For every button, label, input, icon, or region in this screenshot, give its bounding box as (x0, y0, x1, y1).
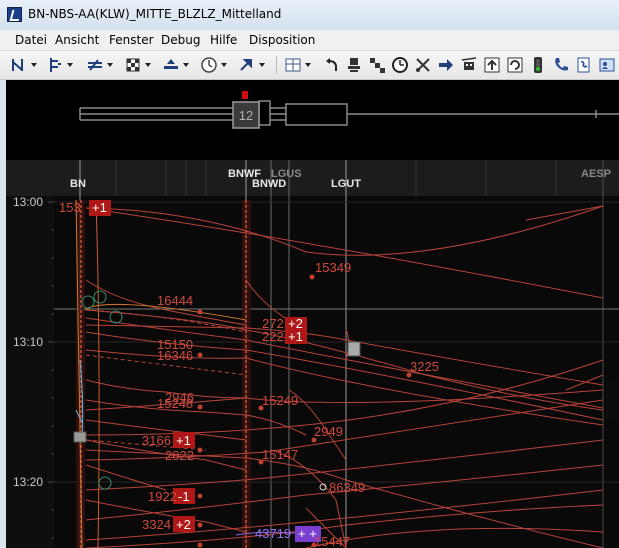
train-label[interactable]: 3225 (410, 359, 439, 374)
delay-badge: +2 (176, 517, 191, 532)
train-label[interactable]: 15349 (315, 260, 351, 275)
menu-hilfe[interactable]: Hilfe (210, 33, 237, 47)
platform-button[interactable] (162, 56, 189, 74)
menu-fenster[interactable]: Fenster (109, 33, 154, 47)
route-icon (12, 59, 23, 71)
train-label[interactable]: 15249 (262, 393, 298, 408)
stamp-icon (348, 58, 360, 72)
station-bnwd: BNWD (252, 178, 287, 190)
delay-badge: +1 (92, 200, 107, 215)
phone-book-button[interactable] (575, 56, 593, 74)
train-label[interactable]: 16346 (157, 348, 193, 363)
window-title: BN-NBS-AA(KLW)_MITTE_BLZLZ_Mittelland (28, 7, 282, 21)
platform-icon (164, 59, 178, 69)
train-label[interactable]: 15447 (314, 534, 350, 548)
toolbar (0, 51, 619, 80)
train-label[interactable]: 15147 (262, 447, 298, 462)
toolbar-separator (276, 56, 277, 74)
occupied-signal-icon (242, 91, 248, 99)
time-label-1300: 13:00 (13, 195, 44, 209)
route-button[interactable] (10, 56, 37, 74)
scissors-button[interactable] (414, 56, 432, 74)
track-button[interactable] (86, 56, 113, 74)
undo-button[interactable] (322, 56, 340, 74)
app-icon (7, 7, 22, 22)
stamp-button[interactable] (345, 56, 363, 74)
track-topology-panel: 12 (6, 80, 619, 160)
grid-button[interactable] (124, 56, 151, 74)
signal-button[interactable] (46, 56, 73, 74)
table-button[interactable] (284, 56, 311, 74)
delay-badge: -1 (178, 489, 190, 504)
steps-icon (370, 58, 385, 73)
train-label[interactable]: 2949 (314, 424, 343, 439)
traffic-light-icon (534, 57, 542, 73)
station-lgut: LGUT (331, 178, 361, 190)
phone-book-icon (577, 57, 590, 73)
signal-icon (50, 58, 61, 72)
train-label[interactable]: 3324 (142, 517, 171, 532)
train-label[interactable]: 2022 (165, 448, 194, 463)
delay-badge: +1 (288, 329, 303, 344)
cable-car-button[interactable] (460, 56, 478, 74)
refresh-button[interactable] (506, 56, 524, 74)
menu-datei[interactable]: Datei (15, 33, 47, 47)
clock-button[interactable] (391, 56, 409, 74)
time-axis (6, 196, 54, 548)
train-label[interactable]: 15248 (157, 396, 193, 411)
train-label[interactable]: 153 (59, 200, 81, 215)
arrow-button[interactable] (238, 56, 265, 74)
train-label[interactable]: 86349 (329, 480, 365, 495)
steps-button[interactable] (368, 56, 386, 74)
grid-icon (126, 58, 140, 72)
contact-card-button[interactable] (598, 56, 616, 74)
time-distance-graph[interactable]: BN BNWF LGUS BNWD LGUT AESP 13:00 13:10 … (6, 160, 619, 548)
menu-disposition[interactable]: Disposition (249, 33, 315, 47)
clock-dial-icon (201, 57, 217, 73)
phone-icon (555, 58, 568, 71)
arrow-right-icon (439, 59, 453, 71)
upload-icon (484, 57, 500, 73)
clock-dial-button[interactable] (200, 56, 227, 74)
refresh-icon (507, 57, 523, 73)
menu-bar: Datei Ansicht Fenster Debug Hilfe Dispos… (0, 30, 619, 51)
time-label-1310: 13:10 (13, 335, 44, 349)
upload-button[interactable] (483, 56, 501, 74)
arrow-right-button[interactable] (437, 56, 455, 74)
train-label[interactable]: 222 (262, 329, 284, 344)
train-label[interactable]: 16444 (157, 293, 193, 308)
train-label[interactable]: 43719 (255, 526, 291, 541)
track-icon (88, 59, 102, 71)
phone-button[interactable] (552, 56, 570, 74)
table-icon (285, 58, 301, 72)
arrow-icon (240, 59, 252, 71)
clock-icon (392, 57, 408, 73)
undo-arrow-icon (326, 58, 337, 71)
menu-ansicht[interactable]: Ansicht (55, 33, 99, 47)
title-bar: BN-NBS-AA(KLW)_MITTE_BLZLZ_Mittelland (0, 0, 619, 31)
station-header (6, 160, 619, 196)
menu-debug[interactable]: Debug (161, 33, 200, 47)
block-number: 12 (238, 108, 254, 123)
delay-badge: +1 (176, 433, 191, 448)
contact-card-icon (599, 58, 615, 72)
station-bn: BN (70, 178, 86, 190)
track-diagram (79, 91, 619, 129)
train-label[interactable]: 1922 (148, 489, 177, 504)
cable-car-icon (461, 57, 477, 70)
train-graph-svg (6, 160, 619, 548)
train-label[interactable]: 3166 (142, 433, 171, 448)
time-label-1320: 13:20 (13, 475, 44, 489)
station-aesp: AESP (581, 168, 611, 180)
scissors-icon (416, 58, 430, 72)
traffic-light-button[interactable] (529, 56, 547, 74)
